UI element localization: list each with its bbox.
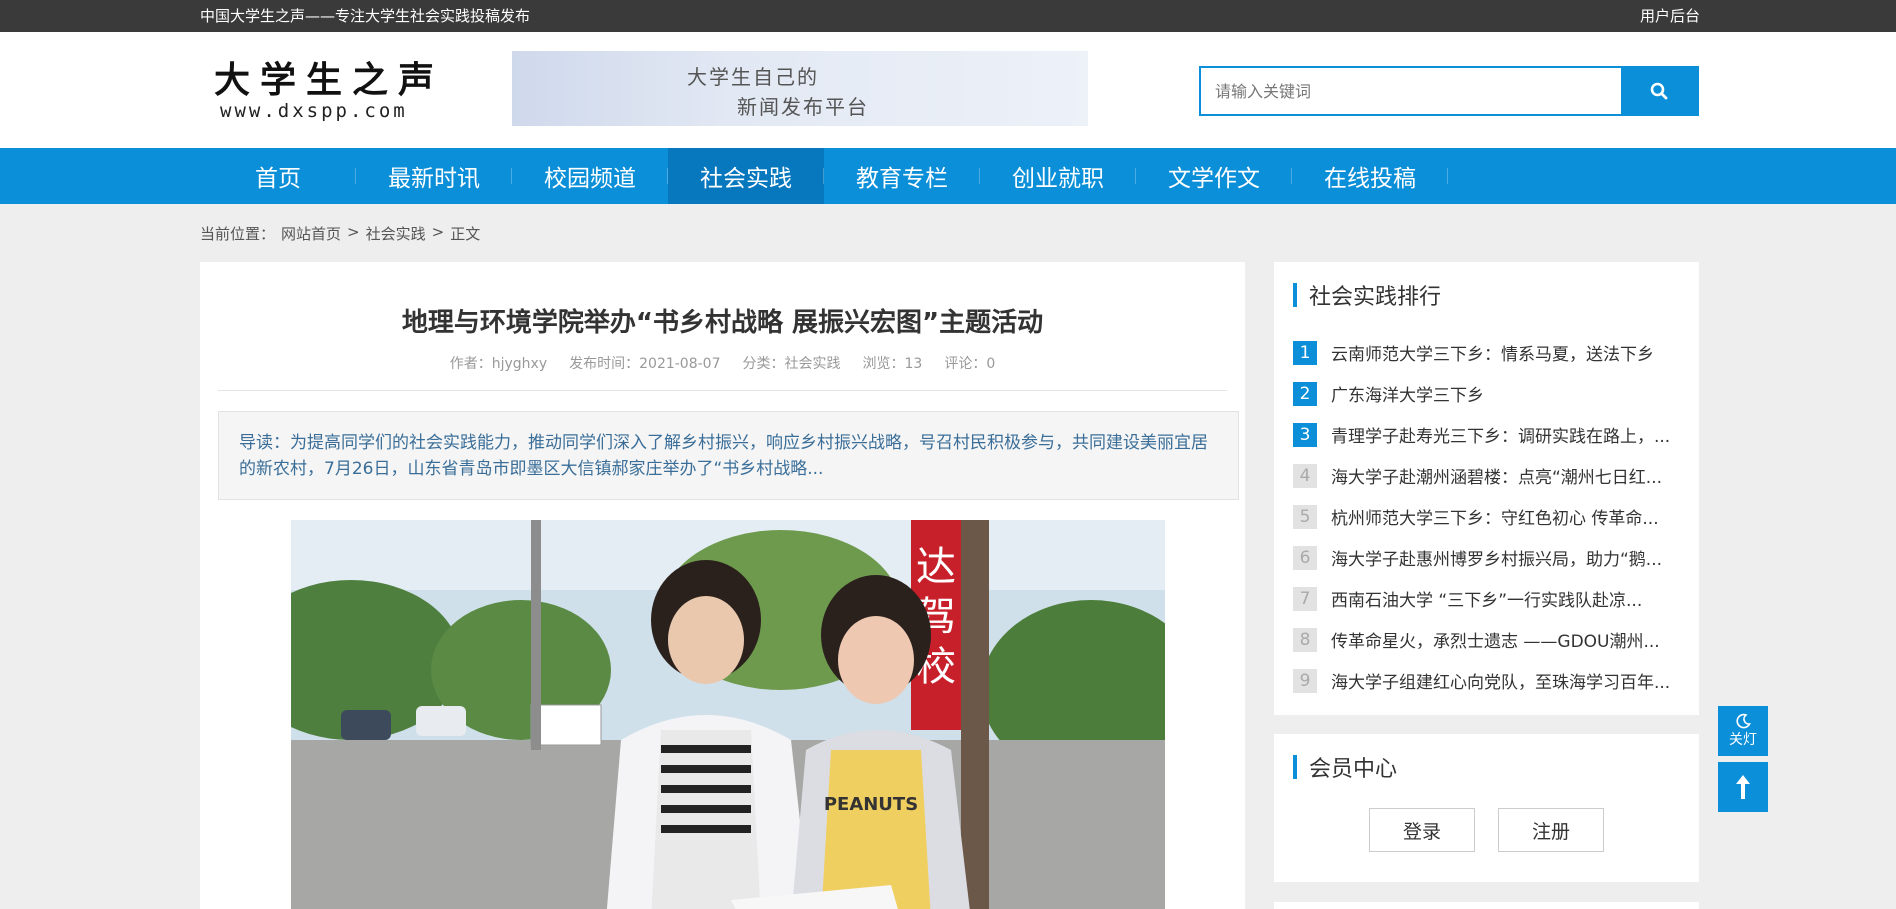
rank-title[interactable]: 云南师范大学三下乡：情系马夏，送法下乡 (1331, 340, 1683, 365)
rank-title[interactable]: 西南石油大学 “三下乡”一行实践队赴凉... (1331, 586, 1683, 611)
main-nav: 首页 最新时讯 校园频道 社会实践 教育专栏 创业就职 文学作文 在线投稿 (0, 148, 1896, 204)
moon-icon (1736, 713, 1751, 729)
breadcrumb-prefix: 当前位置： (200, 225, 276, 243)
rank-number: 1 (1293, 340, 1317, 365)
member-center-panel: 会员中心 登录 注册 (1274, 734, 1699, 882)
list-item[interactable]: 2 广东海洋大学三下乡 (1293, 373, 1683, 414)
rank-number: 7 (1293, 586, 1317, 611)
nav-item-literature[interactable]: 文学作文 (1136, 148, 1292, 204)
rank-number: 3 (1293, 422, 1317, 447)
rank-number: 2 (1293, 381, 1317, 406)
breadcrumb-separator: > (347, 223, 360, 241)
nav-item-latest-news[interactable]: 最新时讯 (356, 148, 512, 204)
article-author: 作者：hjyghxy (449, 356, 548, 372)
search-box (1199, 66, 1699, 116)
member-title-text: 会员中心 (1309, 757, 1398, 782)
title-accent-bar (1293, 283, 1297, 307)
svg-text:达: 达 (916, 544, 956, 590)
breadcrumb-home-link[interactable]: 网站首页 (281, 223, 341, 244)
rank-title[interactable]: 海大学子赴潮州涵碧楼：点亮“潮州七日红... (1331, 463, 1683, 488)
search-button[interactable] (1621, 68, 1697, 114)
breadcrumb-separator: > (431, 223, 445, 241)
article-date: 发布时间：2021-08-07 (569, 356, 721, 372)
list-item[interactable]: 7 西南石油大学 “三下乡”一行实践队赴凉... (1293, 578, 1683, 619)
member-title: 会员中心 (1293, 754, 1398, 782)
list-item[interactable]: 8 传革命星火，承烈士遗志 ——GDOU潮州... (1293, 619, 1683, 660)
site-slogan: 中国大学生之声——专注大学生社会实践投稿发布 (200, 7, 531, 25)
article-panel: 地理与环境学院举办“书乡村战略 展振兴宏图”主题活动 作者：hjyghxy 发布… (200, 262, 1245, 909)
dark-mode-button[interactable]: 关灯 (1718, 706, 1768, 756)
ranking-title: 社会实践排行 (1293, 282, 1442, 310)
list-item[interactable]: 6 海大学子赴惠州博罗乡村振兴局，助力“鹅... (1293, 537, 1683, 578)
rank-number: 8 (1293, 627, 1317, 652)
nav-item-career[interactable]: 创业就职 (980, 148, 1136, 204)
rank-title[interactable]: 传革命星火，承烈士遗志 ——GDOU潮州... (1331, 627, 1683, 652)
list-item[interactable]: 1 云南师范大学三下乡：情系马夏，送法下乡 (1293, 332, 1683, 373)
article-summary: 导读：为提高同学们的社会实践能力，推动同学们深入了解乡村振兴，响应乡村振兴战略，… (218, 411, 1239, 500)
rank-title[interactable]: 广东海洋大学三下乡 (1331, 381, 1683, 406)
ranking-title-text: 社会实践排行 (1309, 285, 1442, 310)
list-item[interactable]: 5 杭州师范大学三下乡：守红色初心 传革命... (1293, 496, 1683, 537)
article-meta: 作者：hjyghxy 发布时间：2021-08-07 分类：社会实践 浏览：13… (200, 353, 1245, 373)
user-admin-link[interactable]: 用户后台 (1640, 5, 1700, 26)
photo-illustration: 达 驾 校 PEANUTS (291, 520, 1165, 909)
banner-line-1: 大学生自己的 (687, 65, 819, 89)
rank-number: 4 (1293, 463, 1317, 488)
list-item[interactable]: 9 海大学子组建红心向党队，至珠海学习百年... (1293, 660, 1683, 701)
breadcrumb: 当前位置： 网站首页 > 社会实践 > 正文 (200, 223, 480, 244)
ranking-panel: 社会实践排行 1 云南师范大学三下乡：情系马夏，送法下乡 2 广东海洋大学三下乡 3… (1274, 262, 1699, 715)
nav-item-submit[interactable]: 在线投稿 (1292, 148, 1448, 204)
dark-mode-label: 关灯 (1729, 732, 1757, 748)
article-comments: 评论：0 (944, 356, 996, 372)
login-button[interactable]: 登录 (1369, 808, 1475, 852)
arrow-up-icon (1736, 775, 1750, 799)
top-bar: 中国大学生之声——专注大学生社会实践投稿发布 用户后台 (0, 0, 1896, 32)
rank-number: 5 (1293, 504, 1317, 529)
nav-item-social-practice[interactable]: 社会实践 (668, 148, 824, 204)
back-to-top-button[interactable] (1718, 762, 1768, 812)
rank-title[interactable]: 海大学子组建红心向党队，至珠海学习百年... (1331, 668, 1683, 693)
nav-item-home[interactable]: 首页 (200, 148, 356, 204)
list-item[interactable]: 3 青理学子赴寿光三下乡：调研实践在路上，... (1293, 414, 1683, 455)
logo-chinese-text: 大学生之声 (214, 59, 445, 101)
header-banner: 大学生自己的 新闻发布平台 (512, 51, 1088, 126)
ranking-list: 1 云南师范大学三下乡：情系马夏，送法下乡 2 广东海洋大学三下乡 3 青理学子赴寿光… (1293, 332, 1683, 701)
article-title: 地理与环境学院举办“书乡村战略 展振兴宏图”主题活动 (401, 308, 1044, 338)
divider (218, 390, 1227, 391)
search-icon (1650, 82, 1668, 100)
article-views: 浏览：13 (862, 356, 923, 372)
rank-title[interactable]: 青理学子赴寿光三下乡：调研实践在路上，... (1331, 422, 1683, 447)
rank-title[interactable]: 海大学子赴惠州博罗乡村振兴局，助力“鹅... (1331, 545, 1683, 570)
svg-text:PEANUTS: PEANUTS (824, 794, 918, 815)
breadcrumb-current: 正文 (450, 225, 481, 243)
next-panel (1274, 902, 1699, 909)
rank-number: 6 (1293, 545, 1317, 570)
breadcrumb-category-link[interactable]: 社会实践 (366, 223, 426, 244)
search-input[interactable] (1201, 68, 1623, 114)
title-accent-bar (1293, 755, 1297, 779)
rank-number: 9 (1293, 668, 1317, 693)
article-category[interactable]: 分类：社会实践 (743, 353, 841, 373)
rank-title[interactable]: 杭州师范大学三下乡：守红色初心 传革命... (1331, 504, 1683, 529)
article-photo: 达 驾 校 PEANUTS (291, 520, 1165, 909)
banner-line-2: 新闻发布平台 (737, 95, 869, 119)
header: 大学生之声 www.dxspp.com 大学生自己的 新闻发布平台 (0, 32, 1896, 148)
list-item[interactable]: 4 海大学子赴潮州涵碧楼：点亮“潮州七日红... (1293, 455, 1683, 496)
site-logo[interactable]: 大学生之声 www.dxspp.com (214, 60, 444, 124)
nav-item-campus[interactable]: 校园频道 (512, 148, 668, 204)
logo-domain-text: www.dxspp.com (220, 100, 408, 122)
nav-item-education[interactable]: 教育专栏 (824, 148, 980, 204)
register-button[interactable]: 注册 (1498, 808, 1604, 852)
